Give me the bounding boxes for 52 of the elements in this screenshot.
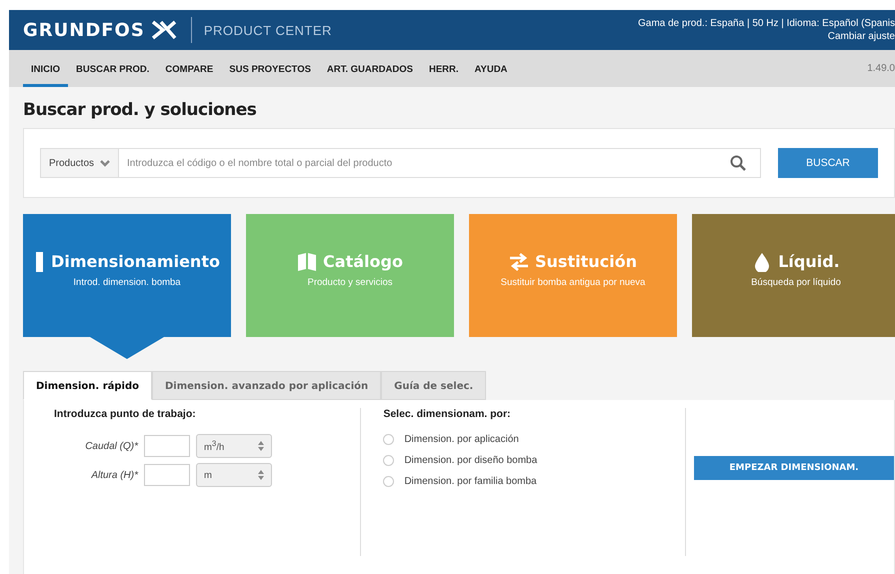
up-down-arrows-icon: [258, 441, 264, 451]
nav-item[interactable]: AYUDA: [466, 50, 516, 87]
category-tile[interactable]: Líquid. Búsqueda por líquido: [692, 214, 895, 337]
pointer-arrow-icon: [90, 337, 164, 359]
brand-logo-text: GRUNDFOS: [23, 20, 145, 40]
tile-title: Catálogo: [323, 252, 403, 271]
tab[interactable]: Guía de selec.: [381, 371, 486, 400]
tile-subtitle: Sustituir bomba antigua por nueva: [500, 276, 646, 288]
number-field[interactable]: [144, 435, 190, 457]
swap-arrows-icon: [509, 252, 530, 272]
book-icon: [297, 252, 318, 272]
tile-title: Dimensionamiento: [51, 252, 220, 271]
nav-item[interactable]: BUSCAR PROD.: [68, 50, 158, 87]
ruler-icon: [34, 252, 46, 272]
section-heading: Selec. dimensionam. por:: [383, 408, 512, 420]
tile-title: Líquid.: [778, 252, 840, 271]
settings-text: Gama de prod.: España | 50 Hz | Idioma: Español (Spanis: [638, 17, 895, 30]
up-down-arrows-icon: [258, 470, 264, 480]
version-label: 1.49.0: [867, 63, 895, 74]
field-label: Altura (H)*: [90, 470, 138, 480]
nav-item[interactable]: INICIO: [23, 50, 68, 87]
search-field[interactable]: Productos Introduzca el código o el nombre total o parcial del producto: [40, 148, 761, 178]
tile-subtitle: Búsqueda por líquido: [751, 276, 841, 288]
tile-subtitle: Producto y servicios: [307, 276, 392, 288]
tile-title: Sustitución: [535, 252, 637, 271]
nav-item[interactable]: HERR.: [420, 50, 467, 87]
option-label: Dimension. por diseño bomba: [404, 455, 538, 466]
option-label: Dimension. por aplicación: [404, 434, 519, 445]
chevron-down-icon: [100, 160, 110, 166]
radio-button[interactable]: [383, 476, 394, 487]
section-heading: Introduzca punto de trabajo:: [54, 408, 197, 420]
search-button[interactable]: BUSCAR: [778, 148, 878, 178]
search-icon: [730, 155, 746, 171]
tab[interactable]: Dimension. avanzado por aplicación: [152, 371, 382, 400]
tile-subtitle: Introd. dimension. bomba: [73, 276, 181, 288]
product-center-title: PRODUCT CENTER: [204, 22, 332, 38]
number-field[interactable]: [144, 464, 190, 486]
option-label: Dimension. por familia bomba: [404, 476, 537, 487]
nav-item[interactable]: SUS PROYECTOS: [221, 50, 319, 87]
field-label: Caudal (Q)*: [84, 440, 138, 452]
category-dropdown[interactable]: Productos: [41, 149, 120, 177]
tab[interactable]: Dimension. rápido: [23, 371, 152, 400]
unit-dropdown[interactable]: m$^{3}$/h: [196, 434, 272, 458]
unit-dropdown[interactable]: m: [196, 463, 272, 487]
nav-item[interactable]: COMPARE: [157, 50, 222, 87]
logo-mark-icon: [150, 20, 177, 40]
nav-item[interactable]: ART. GUARDADOS: [318, 50, 421, 87]
radio-button[interactable]: [383, 434, 394, 445]
change-settings-link[interactable]: Cambiar ajuste: [638, 30, 895, 43]
page-title: Buscar prod. y soluciones: [23, 100, 258, 120]
start-sizing-button[interactable]: EMPEZAR DIMENSIONAM.: [694, 456, 894, 480]
radio-button[interactable]: [383, 455, 394, 466]
